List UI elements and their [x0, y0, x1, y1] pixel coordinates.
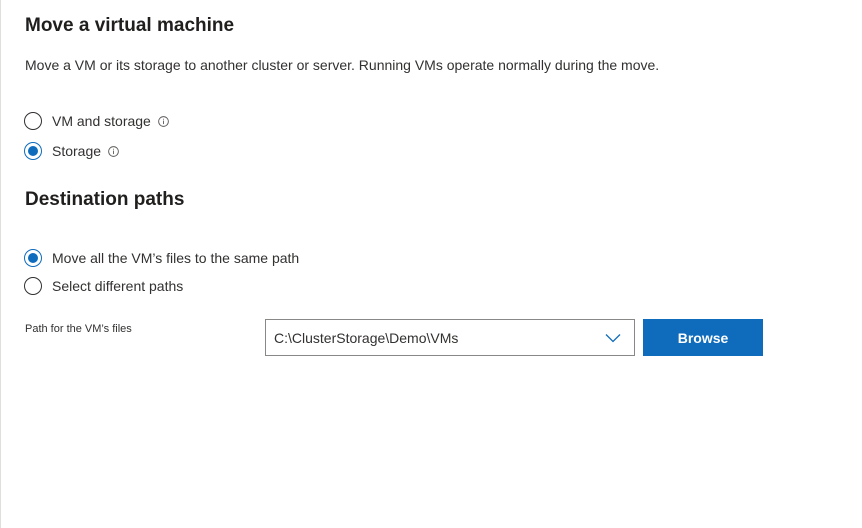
- radio-button-selected[interactable]: [24, 249, 42, 267]
- radio-option-vm-and-storage[interactable]: VM and storage: [24, 110, 169, 132]
- radio-button[interactable]: [24, 112, 42, 130]
- page-description: Move a VM or its storage to another clus…: [25, 57, 660, 73]
- radio-option-same-path[interactable]: Move all the VM’s files to the same path: [24, 247, 299, 269]
- info-icon[interactable]: [158, 115, 169, 127]
- radio-label: Select different paths: [52, 278, 184, 294]
- path-dropdown-value: C:\ClusterStorage\Demo\VMs: [274, 329, 459, 346]
- info-icon[interactable]: [108, 145, 119, 157]
- radio-label: VM and storage: [52, 113, 151, 129]
- radio-button-selected[interactable]: [24, 142, 42, 160]
- radio-option-different-paths[interactable]: Select different paths: [24, 275, 183, 297]
- panel-divider: [0, 0, 1, 528]
- radio-label: Storage: [52, 143, 102, 159]
- radio-label: Move all the VM’s files to the same path: [52, 250, 300, 266]
- radio-option-storage[interactable]: Storage: [24, 140, 119, 162]
- radio-button[interactable]: [24, 277, 42, 295]
- page-title: Move a virtual machine: [25, 15, 235, 36]
- section-title-destination-paths: Destination paths: [25, 189, 185, 210]
- chevron-down-icon[interactable]: [605, 333, 621, 343]
- path-field-label: Path for the VM’s files: [25, 323, 132, 335]
- path-dropdown[interactable]: C:\ClusterStorage\Demo\VMs: [265, 319, 635, 356]
- move-vm-panel: Move a virtual machine Move a VM or its …: [0, 0, 862, 528]
- browse-button[interactable]: Browse: [643, 319, 763, 356]
